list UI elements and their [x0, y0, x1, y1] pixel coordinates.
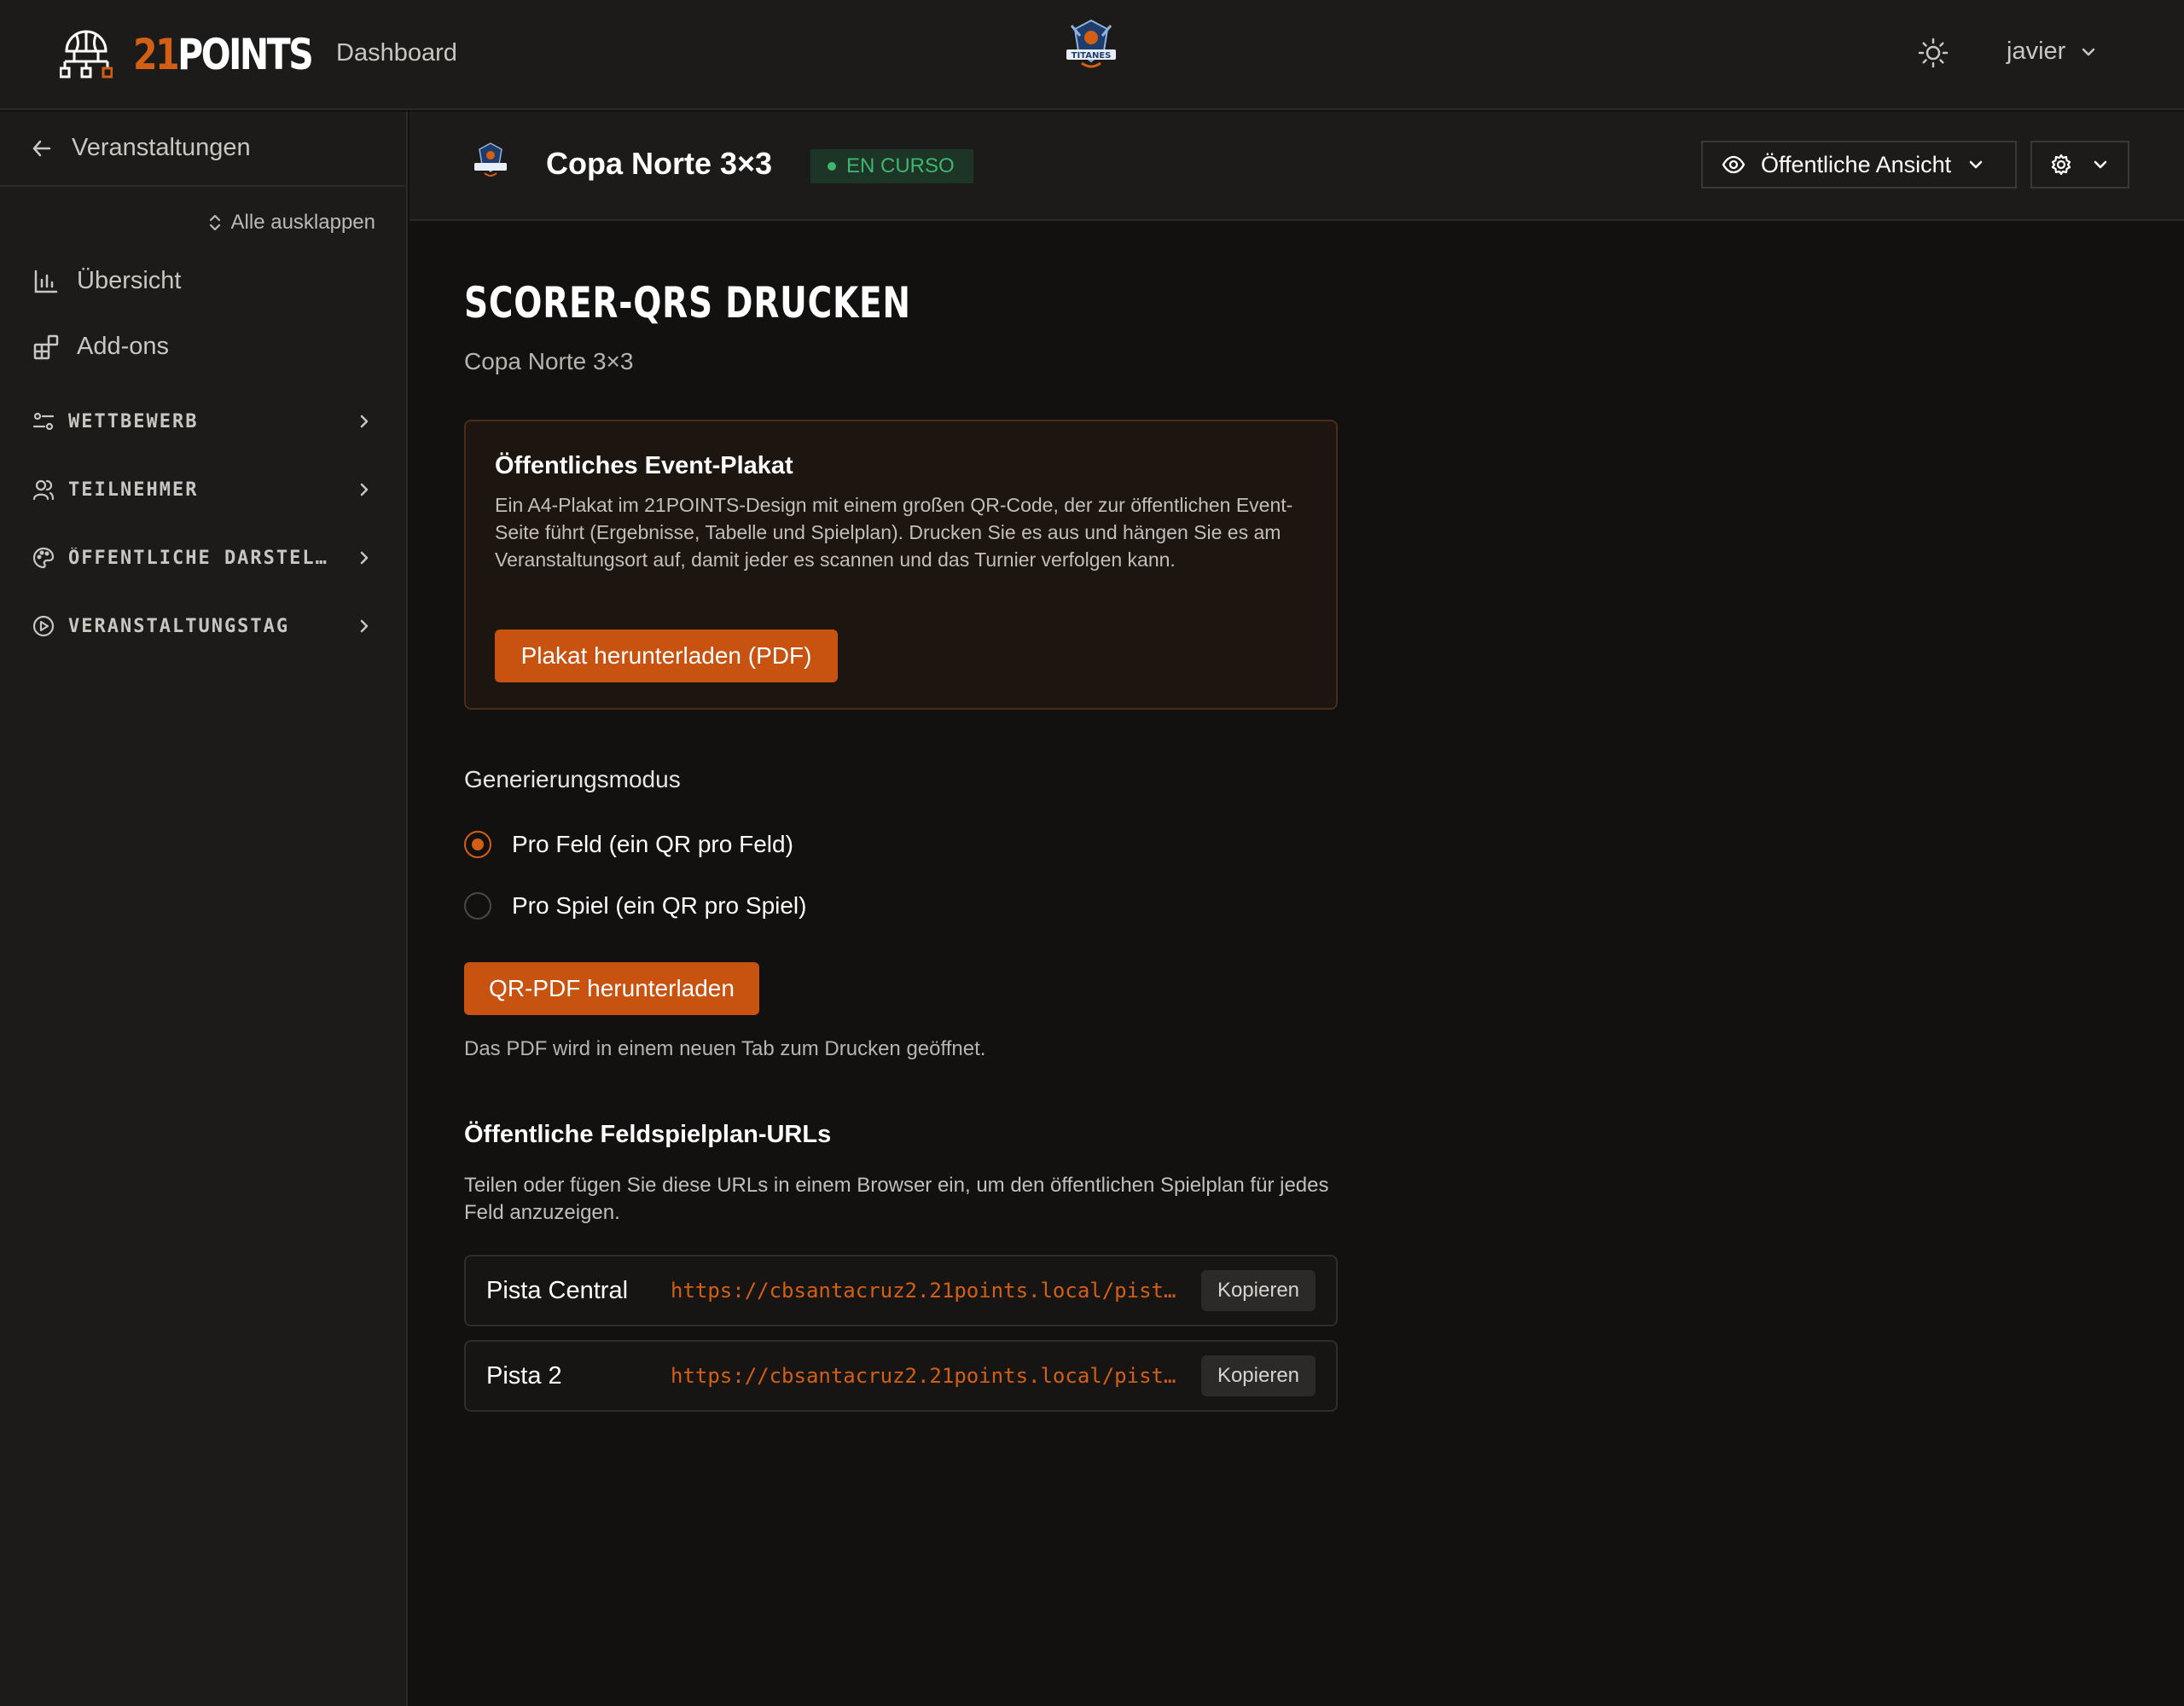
- brand-number: 21: [133, 30, 180, 79]
- public-view-button[interactable]: Öffentliche Ansicht: [1701, 141, 2017, 189]
- radio-label: Pro Feld (ein QR pro Feld): [512, 831, 793, 857]
- expand-all-label: Alle ausklappen: [230, 211, 375, 234]
- status-label: EN CURSO: [846, 154, 955, 177]
- expand-all-button[interactable]: Alle ausklappen: [207, 211, 375, 235]
- settings-menu-button[interactable]: [2030, 141, 2129, 189]
- status-badge: EN CURSO: [810, 149, 973, 183]
- chevron-down-icon: [2094, 160, 2107, 169]
- sidebar: Veranstaltungen Alle ausklappen Übersich…: [0, 112, 408, 1706]
- user-menu[interactable]: javier: [2007, 38, 2098, 66]
- event-title: Copa Norte 3×3: [546, 146, 773, 181]
- mode-option-per-game[interactable]: Pro Spiel (ein QR pro Spiel): [464, 892, 806, 920]
- brand-wordmark: 21POINTS: [133, 29, 314, 80]
- chevron-down-icon: [1969, 160, 1983, 169]
- basketball-bracket-icon: [60, 30, 113, 78]
- user-name: javier: [2007, 38, 2066, 65]
- url-row: Pista Central https://cbsantacruz2.21poi…: [464, 1255, 1338, 1326]
- chevron-right-icon: [360, 551, 369, 565]
- mode-option-per-field[interactable]: Pro Feld (ein QR pro Feld): [464, 831, 793, 858]
- urls-section-title: Öffentliche Feldspielplan-URLs: [464, 1121, 832, 1148]
- arrow-left-icon: [32, 140, 51, 156]
- bar-chart-icon: [34, 270, 58, 293]
- top-bar: 21POINTS Dashboard TITANES javier: [0, 0, 2184, 110]
- sidebar-group-event-day[interactable]: VERANSTALTUNGSTAG: [32, 615, 374, 637]
- copy-button[interactable]: Kopieren: [1201, 1270, 1316, 1311]
- page-subtitle: Copa Norte 3×3: [464, 348, 634, 374]
- back-link-label: Veranstaltungen: [72, 134, 251, 161]
- court-name: Pista Central: [486, 1276, 629, 1304]
- event-header: Copa Norte 3×3 EN CURSO Öffentliche Ansi…: [410, 112, 2184, 221]
- radio-per-field[interactable]: [464, 831, 491, 858]
- sidebar-group-competition[interactable]: WETTBEWERB: [32, 410, 374, 432]
- svg-text:TITANES: TITANES: [1072, 51, 1112, 61]
- chevron-down-icon: [2082, 48, 2095, 55]
- sidebar-group-public-display[interactable]: ÖFFENTLICHE DARSTEL…: [32, 547, 374, 569]
- chevron-right-icon: [360, 415, 369, 428]
- eye-icon: [1722, 155, 1745, 174]
- users-icon: [32, 479, 55, 501]
- download-qr-pdf-button[interactable]: QR-PDF herunterladen: [464, 962, 759, 1015]
- sidebar-group-participants[interactable]: TEILNEHMER: [32, 479, 374, 501]
- sidebar-group-label: WETTBEWERB: [68, 410, 199, 432]
- court-name: Pista 2: [486, 1361, 562, 1390]
- palette-icon: [32, 547, 55, 569]
- poster-title: Öffentliches Event-Plakat: [495, 452, 793, 479]
- sun-icon[interactable]: [1918, 38, 1949, 68]
- sidebar-group-label: TEILNEHMER: [68, 479, 199, 501]
- copy-button[interactable]: Kopieren: [1201, 1355, 1316, 1396]
- gear-icon: [2051, 154, 2071, 176]
- pdf-note: Das PDF wird in einem neuen Tab zum Druc…: [464, 1037, 986, 1060]
- urls-section-description: Teilen oder fügen Sie diese URLs in eine…: [464, 1174, 1329, 1224]
- radio-label: Pro Spiel (ein QR pro Spiel): [512, 892, 807, 919]
- sidebar-item-overview[interactable]: Übersicht: [32, 267, 182, 295]
- brand-logo[interactable]: 21POINTS: [60, 29, 351, 80]
- chevrons-up-down-icon: [209, 214, 220, 231]
- generation-mode-label: Generierungsmodus: [464, 766, 681, 792]
- status-dot: [828, 162, 836, 171]
- sidebar-divider: [0, 185, 406, 187]
- page-title: SCORER-QRS DRUCKEN: [464, 278, 911, 328]
- radio-per-game[interactable]: [464, 892, 491, 920]
- poster-description: Ein A4-Plakat im 21POINTS-Design mit ein…: [495, 494, 1293, 571]
- brand-text: POINTS: [177, 30, 314, 79]
- grid-plus-icon: [33, 334, 59, 359]
- chevron-right-icon: [360, 483, 369, 496]
- chevron-right-icon: [360, 619, 369, 633]
- sidebar-group-label: VERANSTALTUNGSTAG: [68, 615, 290, 637]
- download-poster-button[interactable]: Plakat herunterladen (PDF): [495, 630, 838, 682]
- sliders-icon: [32, 412, 55, 431]
- titanes-logo: TITANES: [1066, 19, 1116, 68]
- back-to-events-link[interactable]: Veranstaltungen: [31, 134, 251, 162]
- public-view-label: Öffentliche Ansicht: [1761, 151, 1952, 177]
- poster-card: Öffentliches Event-Plakat Ein A4-Plakat …: [464, 420, 1338, 710]
- event-logo: [474, 142, 507, 177]
- play-circle-icon: [32, 615, 55, 637]
- court-url-link[interactable]: https://cbsantacruz2.21points.local/pist…: [671, 1364, 1201, 1388]
- sidebar-group-label: ÖFFENTLICHE DARSTEL…: [68, 547, 328, 569]
- sidebar-item-label: Übersicht: [77, 267, 182, 294]
- court-url-link[interactable]: https://cbsantacruz2.21points.local/pist…: [671, 1279, 1201, 1303]
- sidebar-item-label: Add-ons: [77, 333, 170, 360]
- sidebar-item-addons[interactable]: Add-ons: [32, 333, 169, 361]
- nav-dashboard-link[interactable]: Dashboard: [336, 39, 457, 67]
- url-row: Pista 2 https://cbsantacruz2.21points.lo…: [464, 1340, 1338, 1412]
